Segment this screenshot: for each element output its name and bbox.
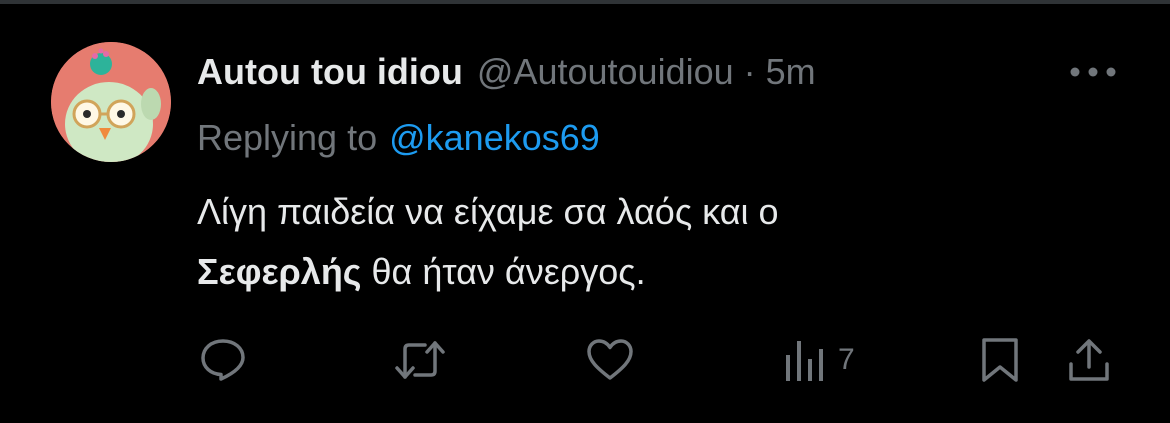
top-divider <box>0 0 1170 4</box>
heart-icon <box>587 339 633 380</box>
reply-icon <box>201 339 245 381</box>
avatar-illustration <box>51 42 171 162</box>
share-icon <box>1069 339 1109 381</box>
share-button[interactable] <box>1066 337 1112 383</box>
display-name[interactable]: Autou tou idiou <box>197 51 463 93</box>
replying-to-label: Replying to <box>197 117 378 158</box>
tweet-text: Λίγη παιδεία να είχαμε σα λαός και ο Σεφ… <box>197 182 1097 302</box>
retweet-button[interactable] <box>393 337 447 383</box>
tweet-text-rest: θα ήταν άνεργος. <box>361 251 646 292</box>
views-analytics-icon <box>786 341 823 381</box>
user-handle[interactable]: @Autoutouidiou <box>477 51 734 93</box>
more-horizontal-icon <box>1070 67 1116 77</box>
replying-to: Replying to @kanekos69 <box>197 116 600 160</box>
reply-target-link[interactable]: @kanekos69 <box>389 117 600 159</box>
tweet-text-bold: Σεφερλής <box>197 251 362 292</box>
avatar[interactable] <box>51 42 171 162</box>
more-options-button[interactable] <box>1062 54 1124 90</box>
tweet-text-line-2: Σεφερλής θα ήταν άνεργος. <box>197 242 1097 302</box>
view-count: 7 <box>838 343 855 376</box>
views-button[interactable]: 7 <box>784 337 855 383</box>
bookmark-icon <box>982 338 1018 382</box>
like-button[interactable] <box>585 337 635 383</box>
bookmark-button[interactable] <box>980 337 1020 383</box>
tweet-header: Autou tou idiou @Autoutouidiou · 5m <box>197 50 816 94</box>
tweet-text-line-1: Λίγη παιδεία να είχαμε σα λαός και ο <box>197 191 779 232</box>
reply-button[interactable] <box>198 337 248 383</box>
timestamp[interactable]: 5m <box>766 51 816 93</box>
separator-dot: · <box>743 51 756 92</box>
retweet-icon <box>395 341 445 379</box>
